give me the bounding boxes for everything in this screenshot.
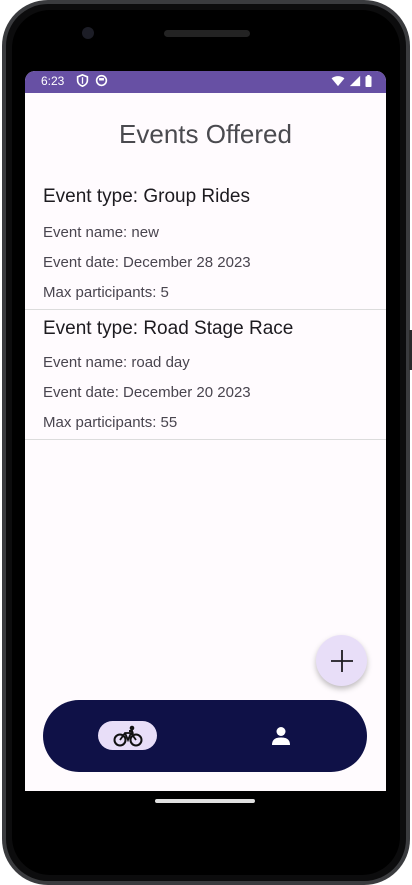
event-date: Event date: December 28 2023 [43, 254, 251, 271]
bike-icon [113, 725, 142, 746]
earpiece-speaker [164, 30, 250, 37]
app-notification-icon [95, 74, 108, 87]
bottom-navigation [43, 700, 367, 772]
event-name: Event name: new [43, 224, 159, 241]
event-card[interactable]: Event type: Road Stage Race Event name: … [25, 310, 386, 440]
gesture-home-bar[interactable] [155, 799, 255, 803]
event-max-participants: Max participants: 5 [43, 284, 169, 301]
event-date: Event date: December 20 2023 [43, 384, 251, 401]
cell-signal-icon [349, 75, 361, 87]
add-event-button[interactable] [316, 635, 367, 686]
event-type: Event type: Road Stage Race [43, 318, 294, 339]
phone-device: 6:23 Events Offered Event type: Group Ri… [0, 0, 412, 885]
front-camera [82, 27, 94, 39]
status-bar: 6:23 [25, 71, 386, 93]
status-icons [331, 74, 372, 88]
wifi-icon [331, 76, 345, 87]
nav-item-profile[interactable] [269, 724, 293, 748]
event-card[interactable]: Event type: Group Rides Event name: new … [25, 176, 386, 310]
status-time: 6:23 [41, 74, 65, 88]
event-name: Event name: road day [43, 354, 190, 371]
person-icon [272, 727, 290, 745]
app-screen: 6:23 Events Offered Event type: Group Ri… [25, 71, 386, 791]
event-max-participants: Max participants: 55 [43, 414, 178, 431]
plus-icon [330, 649, 353, 672]
battery-icon [365, 75, 372, 87]
shield-icon [76, 74, 89, 87]
events-list: Event type: Group Rides Event name: new … [25, 176, 386, 440]
page-title: Events Offered [119, 119, 292, 149]
event-type: Event type: Group Rides [43, 186, 250, 207]
nav-item-events[interactable] [98, 721, 157, 750]
